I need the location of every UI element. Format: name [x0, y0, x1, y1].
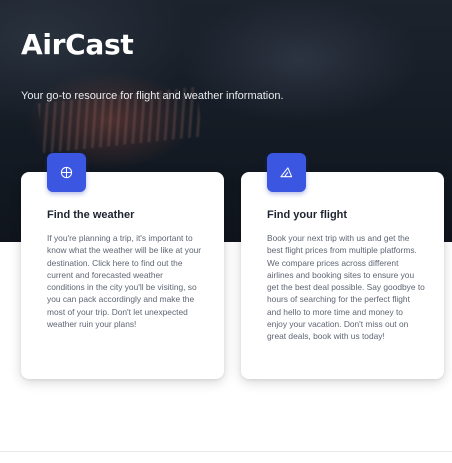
flight-card-title: Find your flight	[267, 209, 348, 221]
flight-card[interactable]: Find your flight Book your next trip wit…	[241, 153, 444, 379]
weather-card-title: Find the weather	[47, 209, 135, 221]
site-title: AirCast	[21, 28, 134, 61]
footer-divider	[0, 451, 452, 452]
globe-icon	[47, 153, 86, 192]
site-tagline: Your go-to resource for flight and weath…	[21, 90, 284, 102]
weather-card-description: If you're planning a trip, it's importan…	[47, 233, 202, 330]
weather-card[interactable]: Find the weather If you're planning a tr…	[21, 153, 224, 379]
paper-plane-icon	[267, 153, 306, 192]
page: AirCast Your go-to resource for flight a…	[0, 0, 452, 463]
flight-card-description: Book your next trip with us and get the …	[267, 233, 425, 342]
